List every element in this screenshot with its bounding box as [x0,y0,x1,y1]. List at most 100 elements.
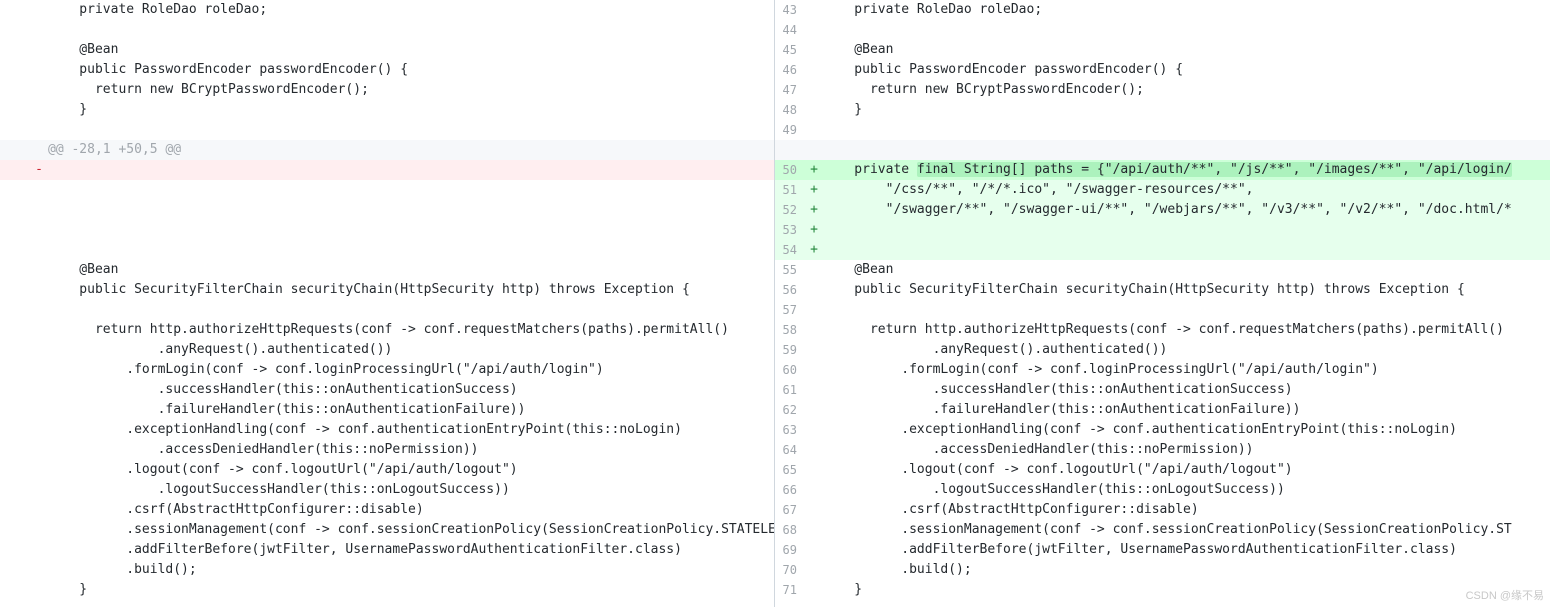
diff-row[interactable]: 68 .sessionManagement(conf -> conf.sessi… [775,520,1550,540]
diff-sign: - [30,160,48,180]
diff-row[interactable]: 60 .formLogin(conf -> conf.loginProcessi… [775,360,1550,380]
code-cell: .failureHandler(this::onAuthenticationFa… [823,400,1550,420]
diff-row[interactable]: .addFilterBefore(jwtFilter, UsernamePass… [0,540,774,560]
diff-row[interactable]: 52+ "/swagger/**", "/swagger-ui/**", "/w… [775,200,1550,220]
diff-row[interactable]: public PasswordEncoder passwordEncoder()… [0,60,774,80]
diff-row[interactable]: .logout(conf -> conf.logoutUrl("/api/aut… [0,460,774,480]
line-number: 51 [775,180,805,200]
code-cell: return http.authorizeHttpRequests(conf -… [48,320,774,340]
line-number: 46 [775,60,805,80]
diff-row[interactable]: .build(); [0,560,774,580]
diff-row[interactable] [0,20,774,40]
diff-row[interactable]: 55 @Bean [775,260,1550,280]
code-cell: .anyRequest().authenticated()) [48,340,774,360]
code-cell: .successHandler(this::onAuthenticationSu… [823,380,1550,400]
diff-row[interactable]: } [0,580,774,600]
diff-row[interactable]: 47 return new BCryptPasswordEncoder(); [775,80,1550,100]
code-cell: .logoutSuccessHandler(this::onLogoutSucc… [48,480,774,500]
diff-row[interactable]: } [0,100,774,120]
code-cell: return new BCryptPasswordEncoder(); [823,80,1550,100]
line-number: 58 [775,320,805,340]
line-number: 47 [775,80,805,100]
code-cell: @@ -28,1 +50,5 @@ [48,140,774,160]
code-cell: .addFilterBefore(jwtFilter, UsernamePass… [823,540,1550,560]
diff-row[interactable]: .successHandler(this::onAuthenticationSu… [0,380,774,400]
diff-row[interactable] [0,220,774,240]
line-number: 69 [775,540,805,560]
diff-row[interactable]: 54+ [775,240,1550,260]
diff-split-view: private RoleDao roleDao; @Bean public Pa… [0,0,1550,607]
diff-row[interactable]: .accessDeniedHandler(this::noPermission)… [0,440,774,460]
diff-row[interactable]: 71 } [775,580,1550,600]
line-number: 45 [775,40,805,60]
code-cell: .failureHandler(this::onAuthenticationFa… [48,400,774,420]
code-cell: private RoleDao roleDao; [48,0,774,20]
diff-row[interactable] [775,140,1550,160]
diff-row[interactable]: 62 .failureHandler(this::onAuthenticatio… [775,400,1550,420]
line-number: 59 [775,340,805,360]
line-number: 49 [775,120,805,140]
diff-row[interactable] [0,240,774,260]
diff-row[interactable]: .formLogin(conf -> conf.loginProcessingU… [0,360,774,380]
diff-row[interactable]: 58 return http.authorizeHttpRequests(con… [775,320,1550,340]
diff-row[interactable]: return new BCryptPasswordEncoder(); [0,80,774,100]
diff-row[interactable]: @@ -28,1 +50,5 @@ [0,140,774,160]
diff-row[interactable]: - [0,160,774,180]
diff-row[interactable]: private RoleDao roleDao; [0,0,774,20]
code-cell: @Bean [823,260,1550,280]
code-cell: .csrf(AbstractHttpConfigurer::disable) [823,500,1550,520]
code-text: private [823,162,917,177]
diff-row[interactable]: .sessionManagement(conf -> conf.sessionC… [0,520,774,540]
code-cell: } [48,580,774,600]
diff-row[interactable] [0,300,774,320]
line-number: 63 [775,420,805,440]
code-cell: .accessDeniedHandler(this::noPermission)… [48,440,774,460]
diff-row[interactable]: 67 .csrf(AbstractHttpConfigurer::disable… [775,500,1550,520]
code-cell: private RoleDao roleDao; [823,0,1550,20]
code-cell: .formLogin(conf -> conf.loginProcessingU… [48,360,774,380]
line-number: 48 [775,100,805,120]
diff-row[interactable] [0,120,774,140]
diff-right-pane[interactable]: 43 private RoleDao roleDao;4445 @Bean46 … [775,0,1550,607]
line-number: 55 [775,260,805,280]
diff-row[interactable]: 48 } [775,100,1550,120]
diff-row[interactable]: 63 .exceptionHandling(conf -> conf.authe… [775,420,1550,440]
diff-row[interactable]: 46 public PasswordEncoder passwordEncode… [775,60,1550,80]
diff-row[interactable]: 64 .accessDeniedHandler(this::noPermissi… [775,440,1550,460]
diff-row[interactable]: @Bean [0,260,774,280]
diff-row[interactable]: .failureHandler(this::onAuthenticationFa… [0,400,774,420]
diff-row[interactable]: .csrf(AbstractHttpConfigurer::disable) [0,500,774,520]
diff-row[interactable]: 70 .build(); [775,560,1550,580]
code-cell: .anyRequest().authenticated()) [823,340,1550,360]
diff-row[interactable]: .anyRequest().authenticated()) [0,340,774,360]
diff-row[interactable]: .exceptionHandling(conf -> conf.authenti… [0,420,774,440]
diff-row[interactable]: 66 .logoutSuccessHandler(this::onLogoutS… [775,480,1550,500]
diff-row[interactable]: 57 [775,300,1550,320]
diff-row[interactable]: 51+ "/css/**", "/*/*.ico", "/swagger-res… [775,180,1550,200]
diff-left-pane[interactable]: private RoleDao roleDao; @Bean public Pa… [0,0,775,607]
code-cell: .logoutSuccessHandler(this::onLogoutSucc… [823,480,1550,500]
code-cell: .successHandler(this::onAuthenticationSu… [48,380,774,400]
diff-row[interactable]: 43 private RoleDao roleDao; [775,0,1550,20]
diff-row[interactable]: return http.authorizeHttpRequests(conf -… [0,320,774,340]
diff-row[interactable]: 65 .logout(conf -> conf.logoutUrl("/api/… [775,460,1550,480]
diff-row[interactable] [0,180,774,200]
diff-row[interactable]: .logoutSuccessHandler(this::onLogoutSucc… [0,480,774,500]
diff-row[interactable] [0,200,774,220]
code-cell: .logout(conf -> conf.logoutUrl("/api/aut… [823,460,1550,480]
diff-row[interactable]: 56 public SecurityFilterChain securityCh… [775,280,1550,300]
diff-row[interactable]: 59 .anyRequest().authenticated()) [775,340,1550,360]
code-cell: @Bean [48,40,774,60]
diff-row[interactable]: 50+ private final String[] paths = {"/ap… [775,160,1550,180]
diff-row[interactable]: 45 @Bean [775,40,1550,60]
diff-row[interactable]: 53+ [775,220,1550,240]
diff-row[interactable]: 61 .successHandler(this::onAuthenticatio… [775,380,1550,400]
diff-row[interactable]: public SecurityFilterChain securityChain… [0,280,774,300]
code-cell: @Bean [48,260,774,280]
diff-row[interactable]: 44 [775,20,1550,40]
diff-sign: + [805,200,823,220]
code-cell: .formLogin(conf -> conf.loginProcessingU… [823,360,1550,380]
diff-row[interactable]: 69 .addFilterBefore(jwtFilter, UsernameP… [775,540,1550,560]
diff-row[interactable]: @Bean [0,40,774,60]
diff-row[interactable]: 49 [775,120,1550,140]
